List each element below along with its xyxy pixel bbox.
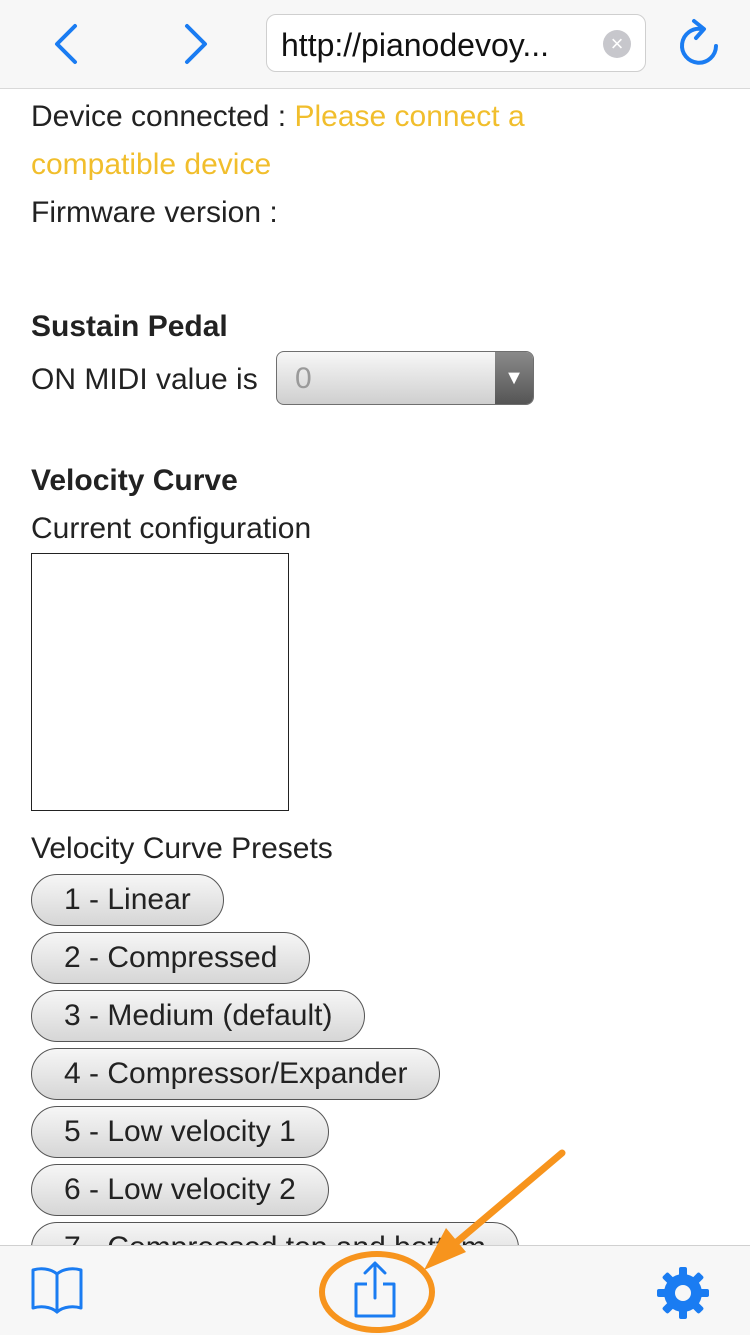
reload-button[interactable]	[672, 16, 728, 72]
velocity-curve-canvas	[31, 553, 289, 811]
forward-button[interactable]	[166, 18, 226, 70]
url-text: http://pianodevoy...	[281, 27, 550, 63]
book-icon	[31, 1267, 83, 1314]
device-connected-label: Device connected :	[31, 100, 295, 133]
device-status-text: Please connect a	[294, 100, 525, 133]
reload-icon	[680, 19, 718, 65]
chevron-right-icon	[185, 24, 207, 64]
bookmarks-button[interactable]	[30, 1264, 84, 1319]
on-midi-selected-value: 0	[295, 362, 312, 395]
clear-url-icon[interactable]: ×	[603, 30, 631, 58]
device-status-text-cont: compatible device	[31, 148, 272, 181]
preset-button-3[interactable]: 3 - Medium (default)	[31, 990, 366, 1042]
browser-toolbar: http://pianodevoy... ×	[0, 0, 750, 89]
sustain-pedal-heading: Sustain Pedal	[31, 310, 228, 343]
preset-button-2[interactable]: 2 - Compressed	[31, 932, 311, 984]
preset-button-1[interactable]: 1 - Linear	[31, 874, 224, 926]
share-button[interactable]	[352, 1260, 398, 1325]
bottom-toolbar	[0, 1245, 750, 1335]
share-icon	[354, 1261, 396, 1318]
firmware-version-label: Firmware version :	[31, 196, 278, 229]
current-configuration-label: Current configuration	[31, 512, 312, 545]
presets-label: Velocity Curve Presets	[31, 832, 333, 865]
chevron-left-icon	[55, 24, 77, 64]
preset-button-6[interactable]: 6 - Low velocity 2	[31, 1164, 329, 1216]
settings-button[interactable]	[656, 1266, 710, 1325]
preset-button-4[interactable]: 4 - Compressor/Expander	[31, 1048, 441, 1100]
device-connected-row: Device connected : Please connect a	[31, 100, 525, 134]
preset-button-5[interactable]: 5 - Low velocity 1	[31, 1106, 329, 1158]
dropdown-arrow-icon: ▼	[495, 352, 533, 404]
on-midi-value-select[interactable]: 0 ▼	[276, 351, 534, 405]
velocity-curve-heading: Velocity Curve	[31, 464, 238, 497]
url-field[interactable]: http://pianodevoy... ×	[266, 14, 646, 72]
on-midi-label: ON MIDI value is	[31, 363, 258, 396]
gear-icon	[657, 1267, 709, 1319]
back-button[interactable]	[36, 18, 96, 70]
